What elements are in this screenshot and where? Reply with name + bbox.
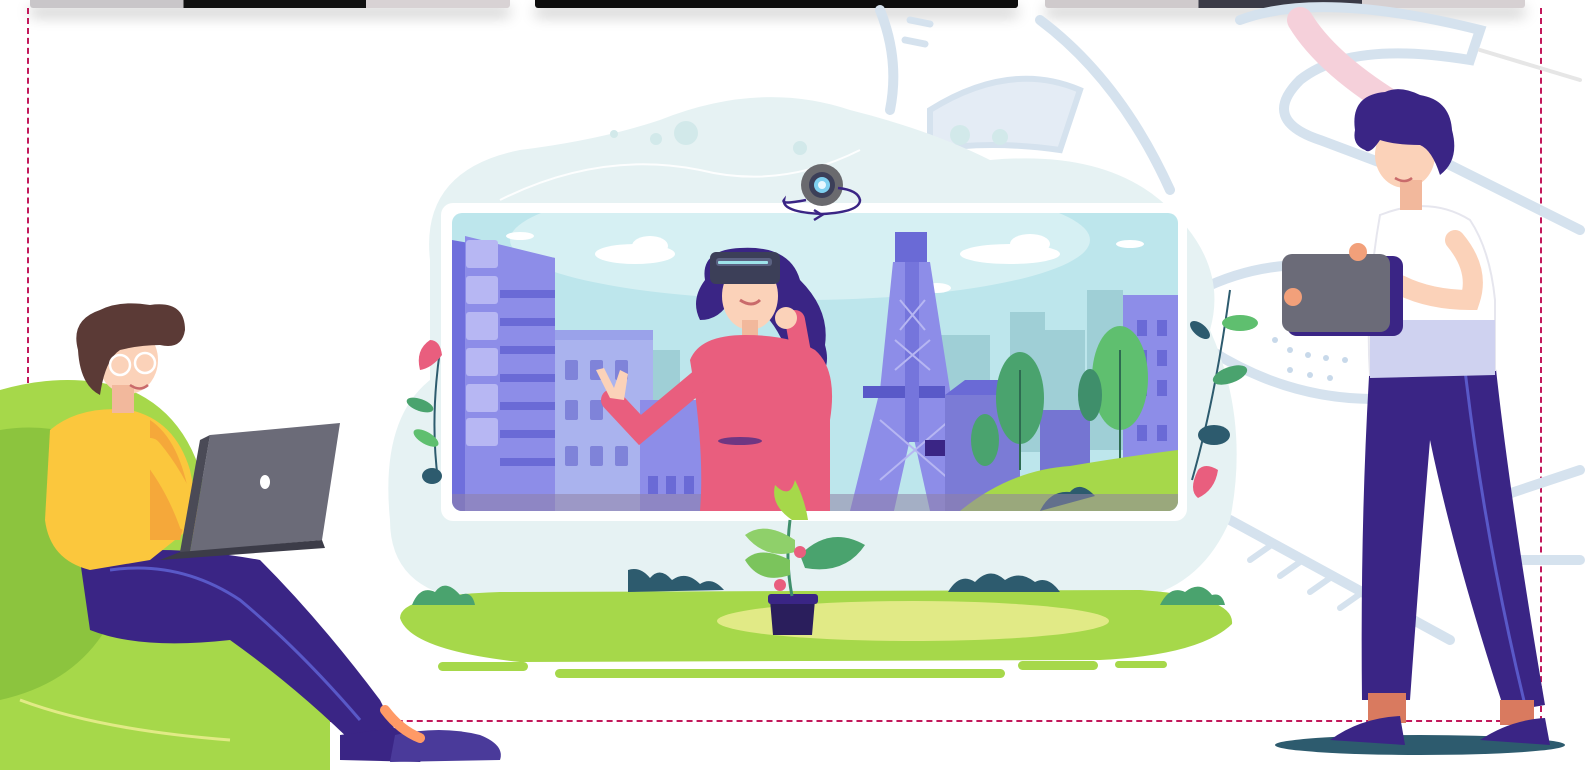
character-tablet: [1275, 89, 1565, 755]
vr-screen: [441, 203, 1187, 521]
vr-travel-scene: [0, 2, 1585, 770]
webcam-icon: [801, 164, 843, 206]
decorative-dots: [1272, 337, 1348, 381]
illustration-page: [0, 0, 1588, 770]
vr-headset-icon: [710, 252, 780, 284]
